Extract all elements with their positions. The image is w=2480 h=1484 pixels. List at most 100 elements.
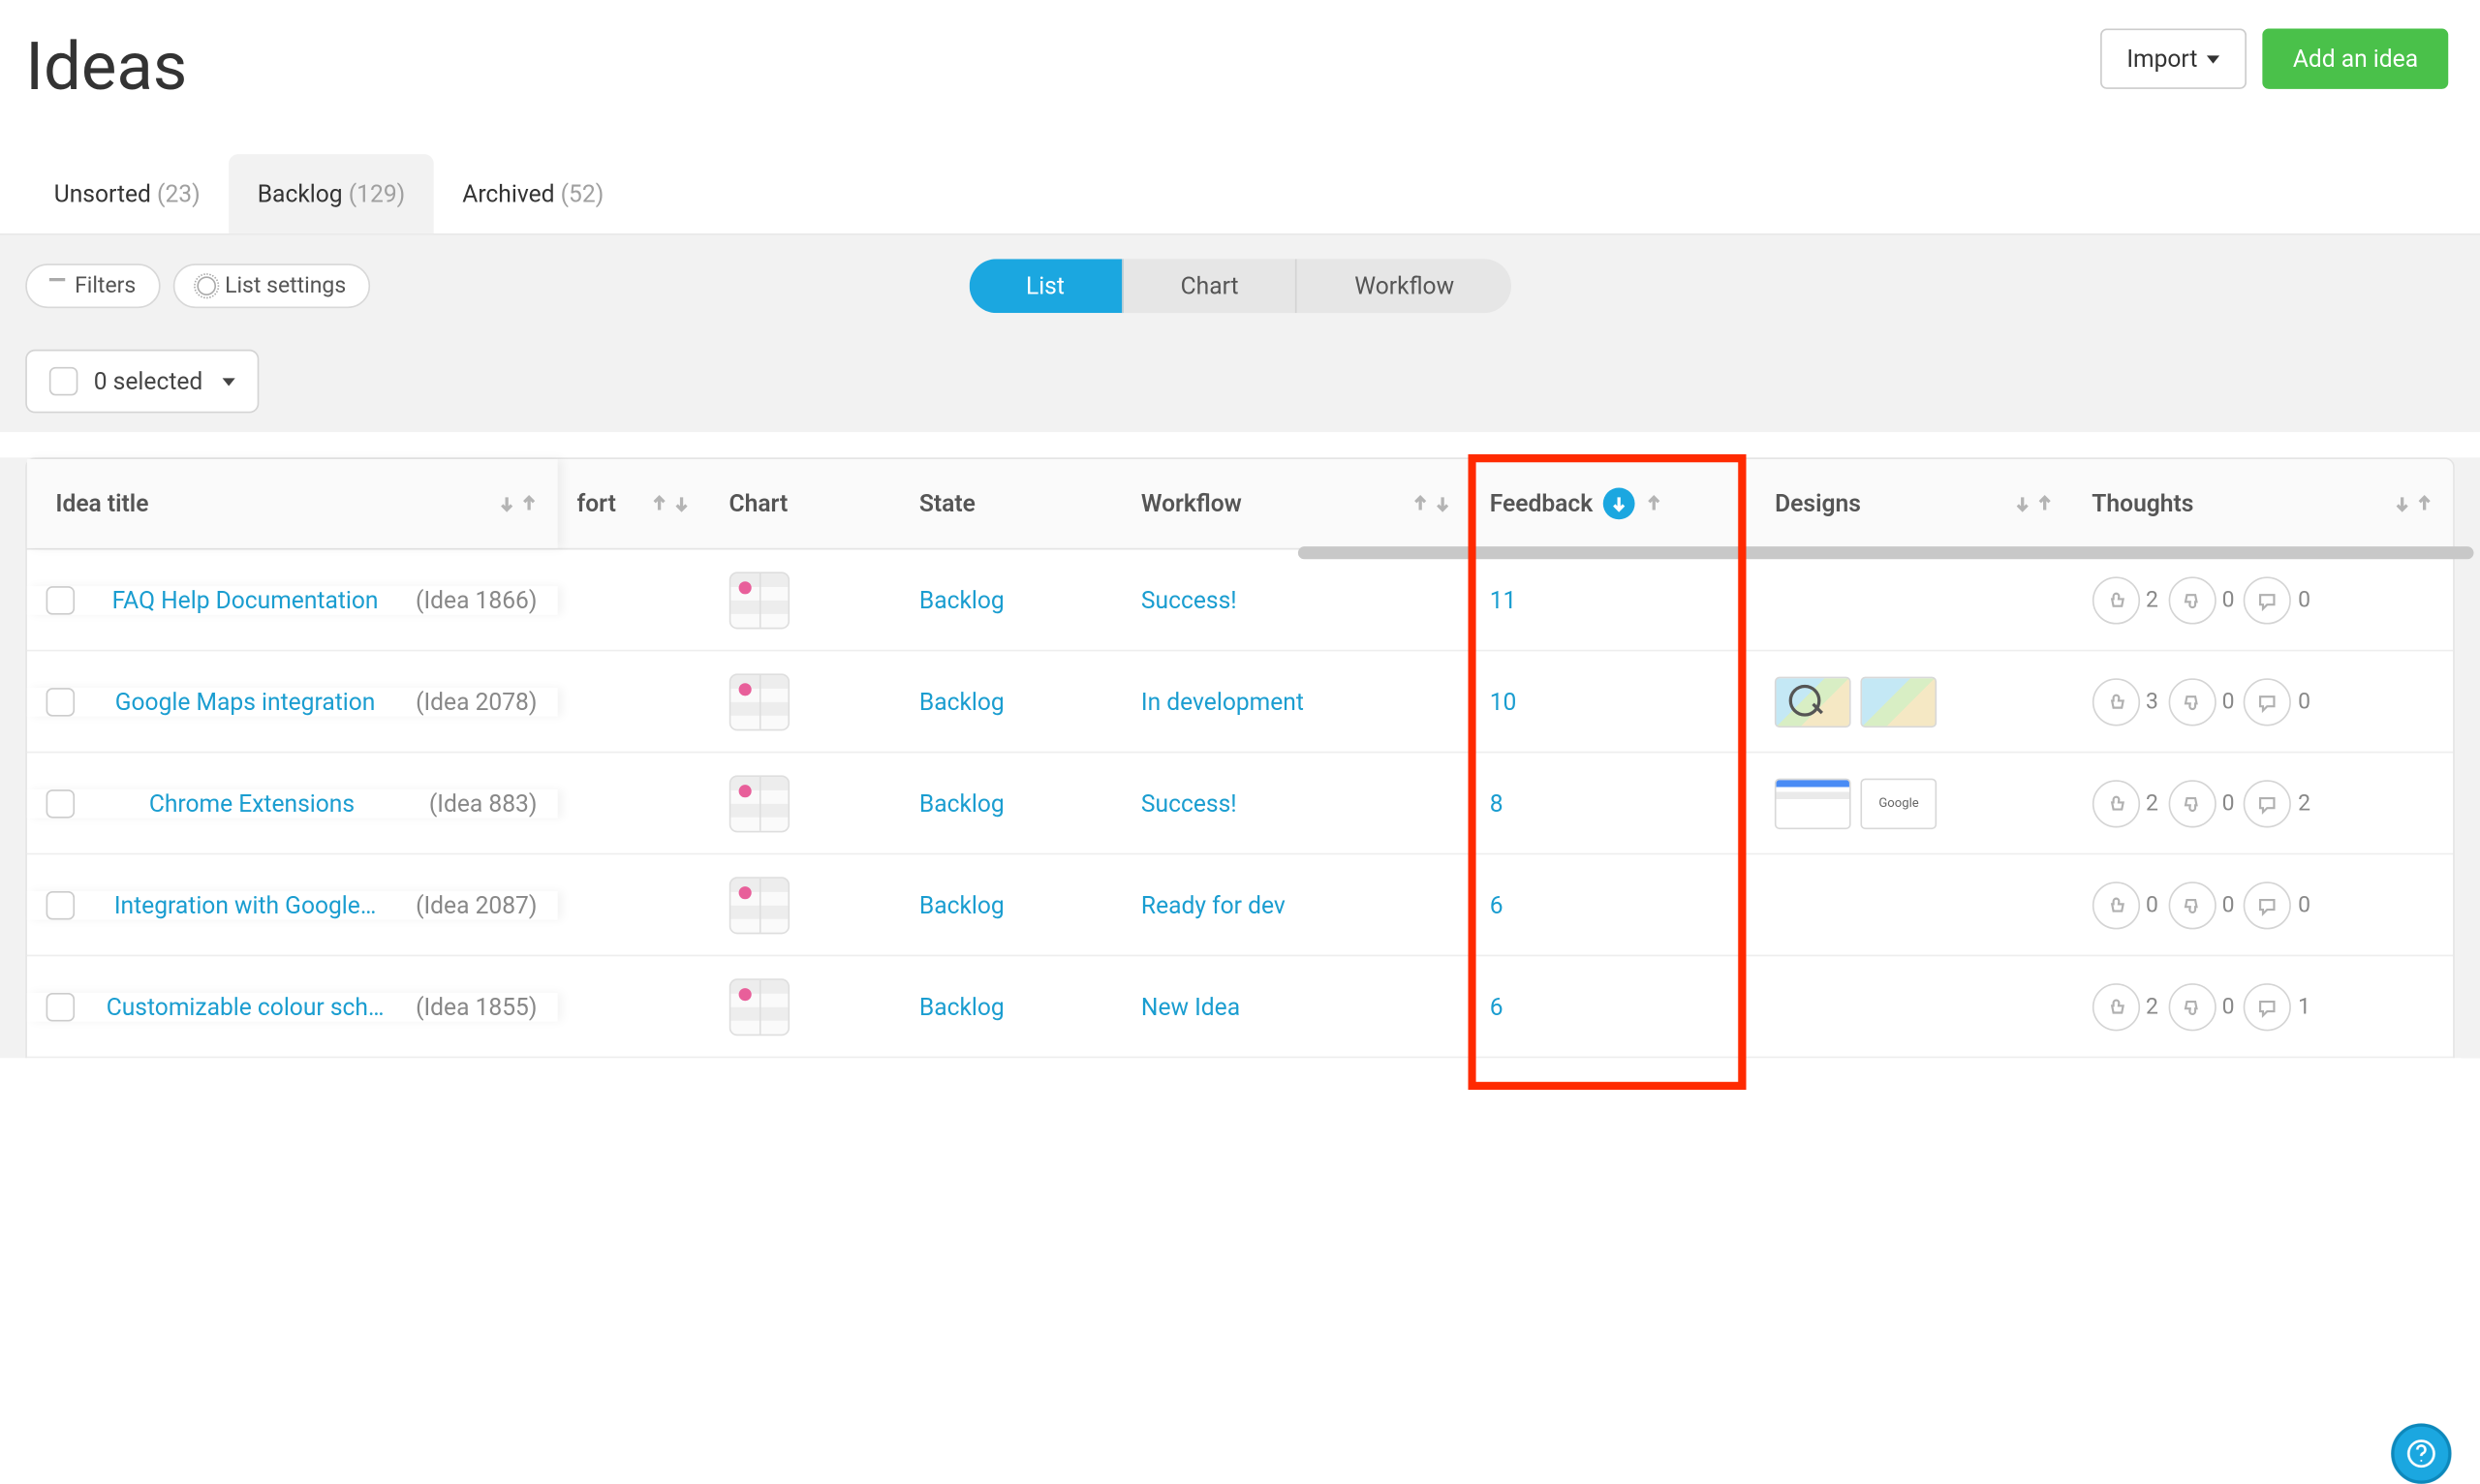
page-title: Ideas — [25, 29, 187, 107]
sort-down-icon[interactable] — [2393, 494, 2412, 513]
view-workflow[interactable]: Workflow — [1297, 259, 1511, 313]
cell-chart[interactable] — [710, 572, 900, 629]
comment-count: 1 — [2298, 994, 2310, 1019]
help-button[interactable] — [2391, 1423, 2451, 1483]
sort-up-icon[interactable] — [650, 494, 669, 513]
filters-button[interactable]: Filters — [25, 263, 160, 308]
thumbs-up-button[interactable] — [2092, 881, 2139, 928]
col-effort[interactable]: fort — [558, 459, 710, 548]
view-chart[interactable]: Chart — [1124, 259, 1298, 313]
col-idea-title[interactable]: Idea title — [27, 459, 558, 548]
idea-title-link[interactable]: FAQ Help Documentation — [112, 585, 379, 614]
thumbs-down-button[interactable] — [2168, 576, 2216, 624]
col-thoughts[interactable]: Thoughts — [2073, 459, 2454, 548]
feedback-link[interactable]: 8 — [1490, 788, 1504, 818]
selected-dropdown[interactable]: 0 selected — [25, 350, 258, 414]
comment-button[interactable] — [2244, 779, 2291, 826]
view-toggle: List Chart Workflow — [969, 259, 1511, 313]
cell-title: Customizable colour sch… (Idea 1855) — [27, 992, 558, 1021]
tab-archived[interactable]: Archived (52) — [434, 154, 633, 233]
idea-title-link[interactable]: Customizable colour sch… — [107, 992, 385, 1021]
design-thumb[interactable] — [1861, 676, 1938, 727]
state-link[interactable]: Backlog — [919, 585, 1005, 614]
sort-down-icon[interactable] — [2012, 494, 2031, 513]
row-checkbox[interactable] — [46, 687, 76, 716]
col-chart[interactable]: Chart — [710, 459, 900, 548]
thumbs-down-button[interactable] — [2168, 881, 2216, 928]
cell-state: Backlog — [900, 687, 1122, 716]
thumbs-up-button[interactable] — [2092, 779, 2139, 826]
col-designs[interactable]: Designs — [1755, 459, 2072, 548]
cell-title: Chrome Extensions (Idea 883) — [27, 788, 558, 818]
feedback-link[interactable]: 11 — [1490, 585, 1517, 614]
sort-up-icon[interactable] — [519, 494, 539, 513]
col-workflow[interactable]: Workflow — [1122, 459, 1471, 548]
sort-down-icon[interactable] — [497, 494, 516, 513]
thumbs-up-button[interactable] — [2092, 677, 2139, 725]
comment-button[interactable] — [2244, 576, 2291, 624]
cell-workflow: Ready for dev — [1122, 890, 1471, 919]
row-checkbox[interactable] — [46, 992, 76, 1021]
row-checkbox[interactable] — [46, 788, 76, 818]
sort-up-icon[interactable] — [1410, 494, 1430, 513]
thumbs-down-button[interactable] — [2168, 779, 2216, 826]
feedback-link[interactable]: 6 — [1490, 890, 1504, 919]
state-link[interactable]: Backlog — [919, 890, 1005, 919]
thumbs-down-button[interactable] — [2168, 677, 2216, 725]
thumbs-up-button[interactable] — [2092, 576, 2139, 624]
caret-down-icon — [222, 378, 234, 386]
col-state[interactable]: State — [900, 459, 1122, 548]
tab-backlog[interactable]: Backlog (129) — [229, 154, 434, 233]
add-idea-button[interactable]: Add an idea — [2263, 29, 2449, 89]
import-button[interactable]: Import — [2099, 29, 2247, 89]
tab-unsorted[interactable]: Unsorted (23) — [25, 154, 229, 233]
design-thumb[interactable] — [1775, 676, 1851, 727]
comment-button[interactable] — [2244, 881, 2291, 928]
state-link[interactable]: Backlog — [919, 788, 1005, 818]
cell-chart[interactable] — [710, 876, 900, 933]
up-count: 2 — [2146, 790, 2158, 816]
view-list[interactable]: List — [969, 259, 1124, 313]
sort-active-badge[interactable] — [1602, 487, 1634, 519]
row-checkbox[interactable] — [46, 585, 76, 614]
cell-state: Backlog — [900, 992, 1122, 1021]
state-link[interactable]: Backlog — [919, 992, 1005, 1021]
workflow-link[interactable]: New Idea — [1141, 992, 1240, 1021]
cell-chart[interactable] — [710, 977, 900, 1035]
feedback-link[interactable]: 6 — [1490, 992, 1504, 1021]
design-thumb[interactable] — [1775, 778, 1851, 828]
chart-thumb-icon — [729, 977, 790, 1035]
cell-title: Google Maps integration (Idea 2078) — [27, 687, 558, 716]
sort-up-icon[interactable] — [1644, 494, 1663, 513]
cell-thoughts: 0 0 0 — [2073, 881, 2454, 928]
cell-chart[interactable] — [710, 673, 900, 730]
col-feedback[interactable]: Feedback — [1471, 459, 1755, 548]
thumbs-up-button[interactable] — [2092, 982, 2139, 1030]
idea-id: (Idea 2087) — [416, 890, 537, 919]
state-link[interactable]: Backlog — [919, 687, 1005, 716]
sort-up-icon[interactable] — [2034, 494, 2054, 513]
thumbs-down-button[interactable] — [2168, 982, 2216, 1030]
up-count: 3 — [2146, 689, 2158, 714]
comment-button[interactable] — [2244, 982, 2291, 1030]
list-settings-button[interactable]: List settings — [172, 263, 370, 308]
tab-bar: Unsorted (23) Backlog (129) Archived (52… — [0, 107, 2480, 235]
sort-up-icon[interactable] — [2415, 494, 2434, 513]
select-all-checkbox[interactable] — [49, 367, 78, 396]
workflow-link[interactable]: In development — [1141, 687, 1304, 716]
workflow-link[interactable]: Ready for dev — [1141, 890, 1286, 919]
row-checkbox[interactable] — [46, 890, 76, 919]
cell-workflow: Success! — [1122, 585, 1471, 614]
comment-button[interactable] — [2244, 677, 2291, 725]
workflow-link[interactable]: Success! — [1141, 585, 1237, 614]
sort-down-icon[interactable] — [1433, 494, 1452, 513]
feedback-link[interactable]: 10 — [1490, 687, 1517, 716]
idea-title-link[interactable]: Chrome Extensions — [149, 788, 355, 818]
cell-chart[interactable] — [710, 775, 900, 832]
idea-title-link[interactable]: Google Maps integration — [115, 687, 376, 716]
sort-down-icon[interactable] — [671, 494, 691, 513]
design-thumb[interactable]: Google — [1861, 778, 1938, 828]
idea-title-link[interactable]: Integration with Google… — [114, 890, 376, 919]
workflow-link[interactable]: Success! — [1141, 788, 1237, 818]
sort-down-icon — [1609, 494, 1628, 513]
